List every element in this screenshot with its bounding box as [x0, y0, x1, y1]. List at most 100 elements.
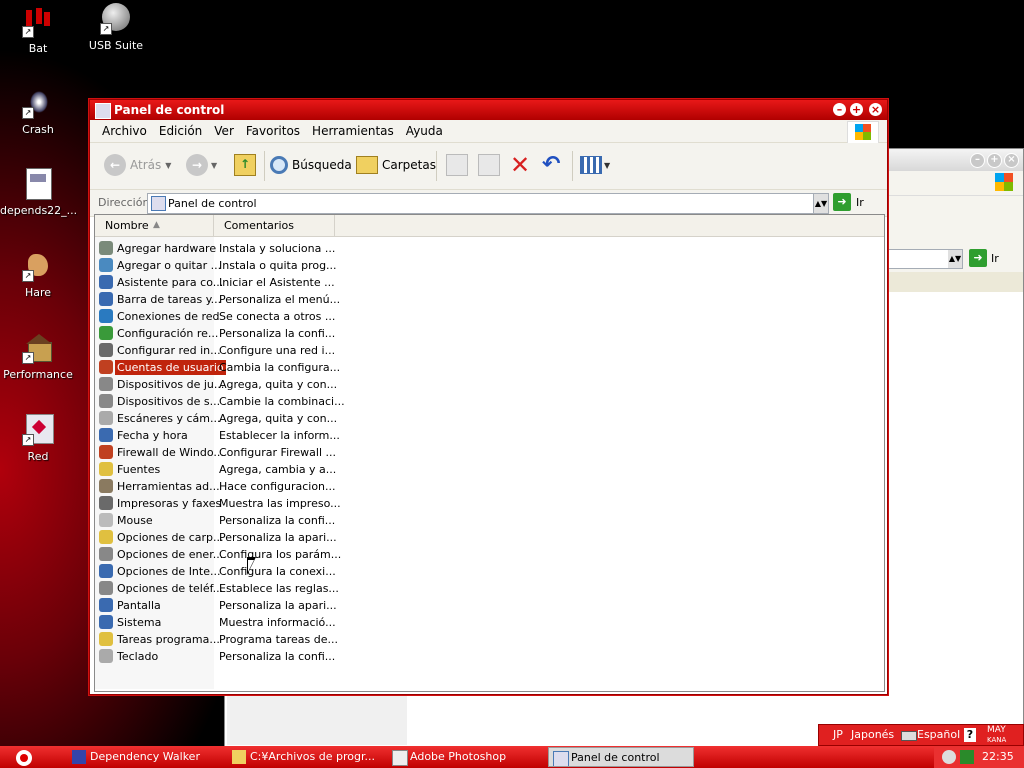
maximize-icon[interactable]: + [987, 153, 1002, 168]
delete-button[interactable]: ✕ [510, 151, 530, 179]
list-item[interactable]: Asistente para co... Iniciar el Asistente… [95, 274, 395, 291]
list-item[interactable]: Opciones de Inte... Configura la conexi..… [95, 563, 395, 580]
desktop-icon-hare[interactable]: ↗ Hare [0, 250, 76, 299]
file-list[interactable]: Nombre ▲ Comentarios Agregar hardware Ins… [94, 214, 885, 692]
dropdown-arrow-icon[interactable]: ▼ [165, 161, 171, 170]
desktop-icon-depends[interactable]: depends22_... [0, 168, 77, 217]
keyboard-layout[interactable]: Español [917, 728, 960, 741]
minimize-icon[interactable]: – [970, 153, 985, 168]
control-panel-window[interactable]: Panel de control – + × Archivo Edición Ver… [89, 99, 888, 695]
desktop-icon-label: Hare [24, 286, 52, 299]
views-icon [580, 156, 602, 174]
close-icon[interactable]: × [869, 103, 882, 116]
task-adobe-photoshop[interactable]: Adobe Photoshop [388, 747, 538, 767]
dropdown-arrow-icon[interactable]: ▼ [604, 161, 610, 170]
clock[interactable]: 22:35 [982, 750, 1014, 763]
taskbar: Dependency Walker C:¥Archivos de progr..… [0, 746, 1024, 768]
system-tray: 22:35 [934, 746, 1024, 768]
list-item[interactable]: Dispositivos de s... Cambie la combinaci.… [95, 393, 395, 410]
menu-archivo[interactable]: Archivo [96, 120, 153, 142]
address-label: Dirección [98, 196, 150, 209]
maximize-icon[interactable]: + [850, 103, 863, 116]
dropdown-arrow-icon[interactable]: ▼ [211, 161, 217, 170]
list-item[interactable]: Conexiones de red Se conecta a otros ... [95, 308, 395, 325]
window-title: Panel de control [114, 103, 225, 117]
list-item[interactable]: Configuración re... Personaliza la confi.… [95, 325, 395, 342]
desktop-icon-performance[interactable]: ↗ Performance [0, 332, 76, 381]
desktop-icon-red[interactable]: ↗ Red [0, 414, 76, 463]
search-icon [270, 156, 288, 174]
address-dropdown-icon[interactable]: ▲▼ [813, 194, 828, 213]
desktop-icon-bat[interactable]: ↗ Bat [0, 6, 76, 55]
list-item[interactable]: Agregar o quitar ... Instala o quita prog… [95, 257, 395, 274]
address-input[interactable]: Panel de control ▲▼ [147, 193, 829, 214]
item-comment: Agrega, cambia y a... [219, 463, 337, 476]
back-label: Atrás [130, 158, 162, 172]
move-to-button[interactable] [446, 151, 468, 179]
list-item[interactable]: Teclado Personaliza la confi... [95, 648, 395, 665]
go-button[interactable]: ➜ Ir [833, 193, 864, 211]
views-button[interactable]: ▼ [580, 151, 610, 179]
list-item[interactable]: Cuentas de usuario Cambia la configura... [95, 359, 395, 376]
tray-icon-2[interactable] [960, 750, 974, 764]
item-name: Dispositivos de s... [117, 395, 221, 408]
task-archivos-de-programa[interactable]: C:¥Archivos de progr... [228, 747, 378, 767]
desktop-icon-crash[interactable]: ↗ Crash [0, 87, 76, 136]
menu-ver[interactable]: Ver [208, 120, 240, 142]
forward-button[interactable]: → ▼ [186, 151, 217, 179]
list-item[interactable]: Firewall de Windo... Configurar Firewall … [95, 444, 395, 461]
menu-edicion[interactable]: Edición [153, 120, 208, 142]
menu-favoritos[interactable]: Favoritos [240, 120, 306, 142]
language-code[interactable]: JP [833, 728, 843, 741]
background-go-button[interactable]: ➜ Ir [969, 249, 999, 267]
item-comment: Establecer la inform... [219, 429, 340, 442]
list-item[interactable]: Mouse Personaliza la confi... [95, 512, 395, 529]
usb-suite-icon: ↗ [100, 3, 132, 35]
search-button[interactable]: Búsqueda [270, 151, 352, 179]
item-name: Configuración re... [117, 327, 219, 340]
red-icon: ↗ [22, 414, 54, 446]
list-item[interactable]: Opciones de teléf... Establece las reglas… [95, 580, 395, 597]
crash-icon: ↗ [22, 87, 54, 119]
list-item[interactable]: Agregar hardware Instala y soluciona ... [95, 240, 395, 257]
language-bar[interactable]: JP Japonés Español ? MAY KANA [818, 724, 1024, 746]
task-panel-de-control[interactable]: Panel de control [548, 747, 694, 767]
list-item[interactable]: Tareas programa... Programa tareas de... [95, 631, 395, 648]
list-item[interactable]: Pantalla Personaliza la apari... [95, 597, 395, 614]
close-icon[interactable]: × [1004, 153, 1019, 168]
tray-icon-1[interactable] [942, 750, 956, 764]
list-item[interactable]: Opciones de carp... Personaliza la apari.… [95, 529, 395, 546]
window-titlebar[interactable]: Panel de control – + × [90, 100, 887, 120]
list-item[interactable]: Sistema Muestra informació... [95, 614, 395, 631]
task-dependency-walker[interactable]: Dependency Walker [68, 747, 218, 767]
list-item[interactable]: Herramientas ad... Hace configuracion... [95, 478, 395, 495]
copy-to-button[interactable] [478, 151, 500, 179]
list-item[interactable]: Fuentes Agrega, cambia y a... [95, 461, 395, 478]
menu-ayuda[interactable]: Ayuda [400, 120, 449, 142]
windows-logo-icon [995, 173, 1013, 191]
control-panel-icon [95, 103, 111, 119]
undo-button[interactable]: ↶ [542, 151, 560, 179]
list-item[interactable]: Escáneres y cám... Agrega, quita y con... [95, 410, 395, 427]
list-item[interactable]: Opciones de ener... Configura los parám..… [95, 546, 395, 563]
list-item[interactable]: Fecha y hora Establecer la inform... [95, 427, 395, 444]
item-rows: Agregar hardware Instala y soluciona ... A… [95, 215, 884, 691]
address-value: Panel de control [168, 197, 257, 210]
list-item[interactable]: Impresoras y faxes Muestra las impreso... [95, 495, 395, 512]
list-item[interactable]: Barra de tareas y... Personaliza el menú.… [95, 291, 395, 308]
minimize-icon[interactable]: – [833, 103, 846, 116]
menu-herramientas[interactable]: Herramientas [306, 120, 400, 142]
desktop-icon-usb-suite[interactable]: ↗ USB Suite [78, 3, 154, 52]
item-name: Sistema [117, 616, 162, 629]
control-panel-item-icon [99, 394, 113, 408]
start-button[interactable] [16, 750, 32, 766]
help-icon[interactable]: ? [964, 728, 976, 742]
language-name[interactable]: Japonés [851, 728, 894, 741]
list-item[interactable]: Configurar red in... Configure una red i.… [95, 342, 395, 359]
background-address-box[interactable]: ▲▼ [885, 249, 963, 269]
back-button[interactable]: ← Atrás ▼ [104, 151, 171, 179]
folders-button[interactable]: Carpetas [356, 151, 436, 179]
list-item[interactable]: Dispositivos de ju... Agrega, quita y con… [95, 376, 395, 393]
control-panel-item-icon [99, 564, 113, 578]
up-folder-button[interactable]: ↑ [234, 151, 256, 179]
